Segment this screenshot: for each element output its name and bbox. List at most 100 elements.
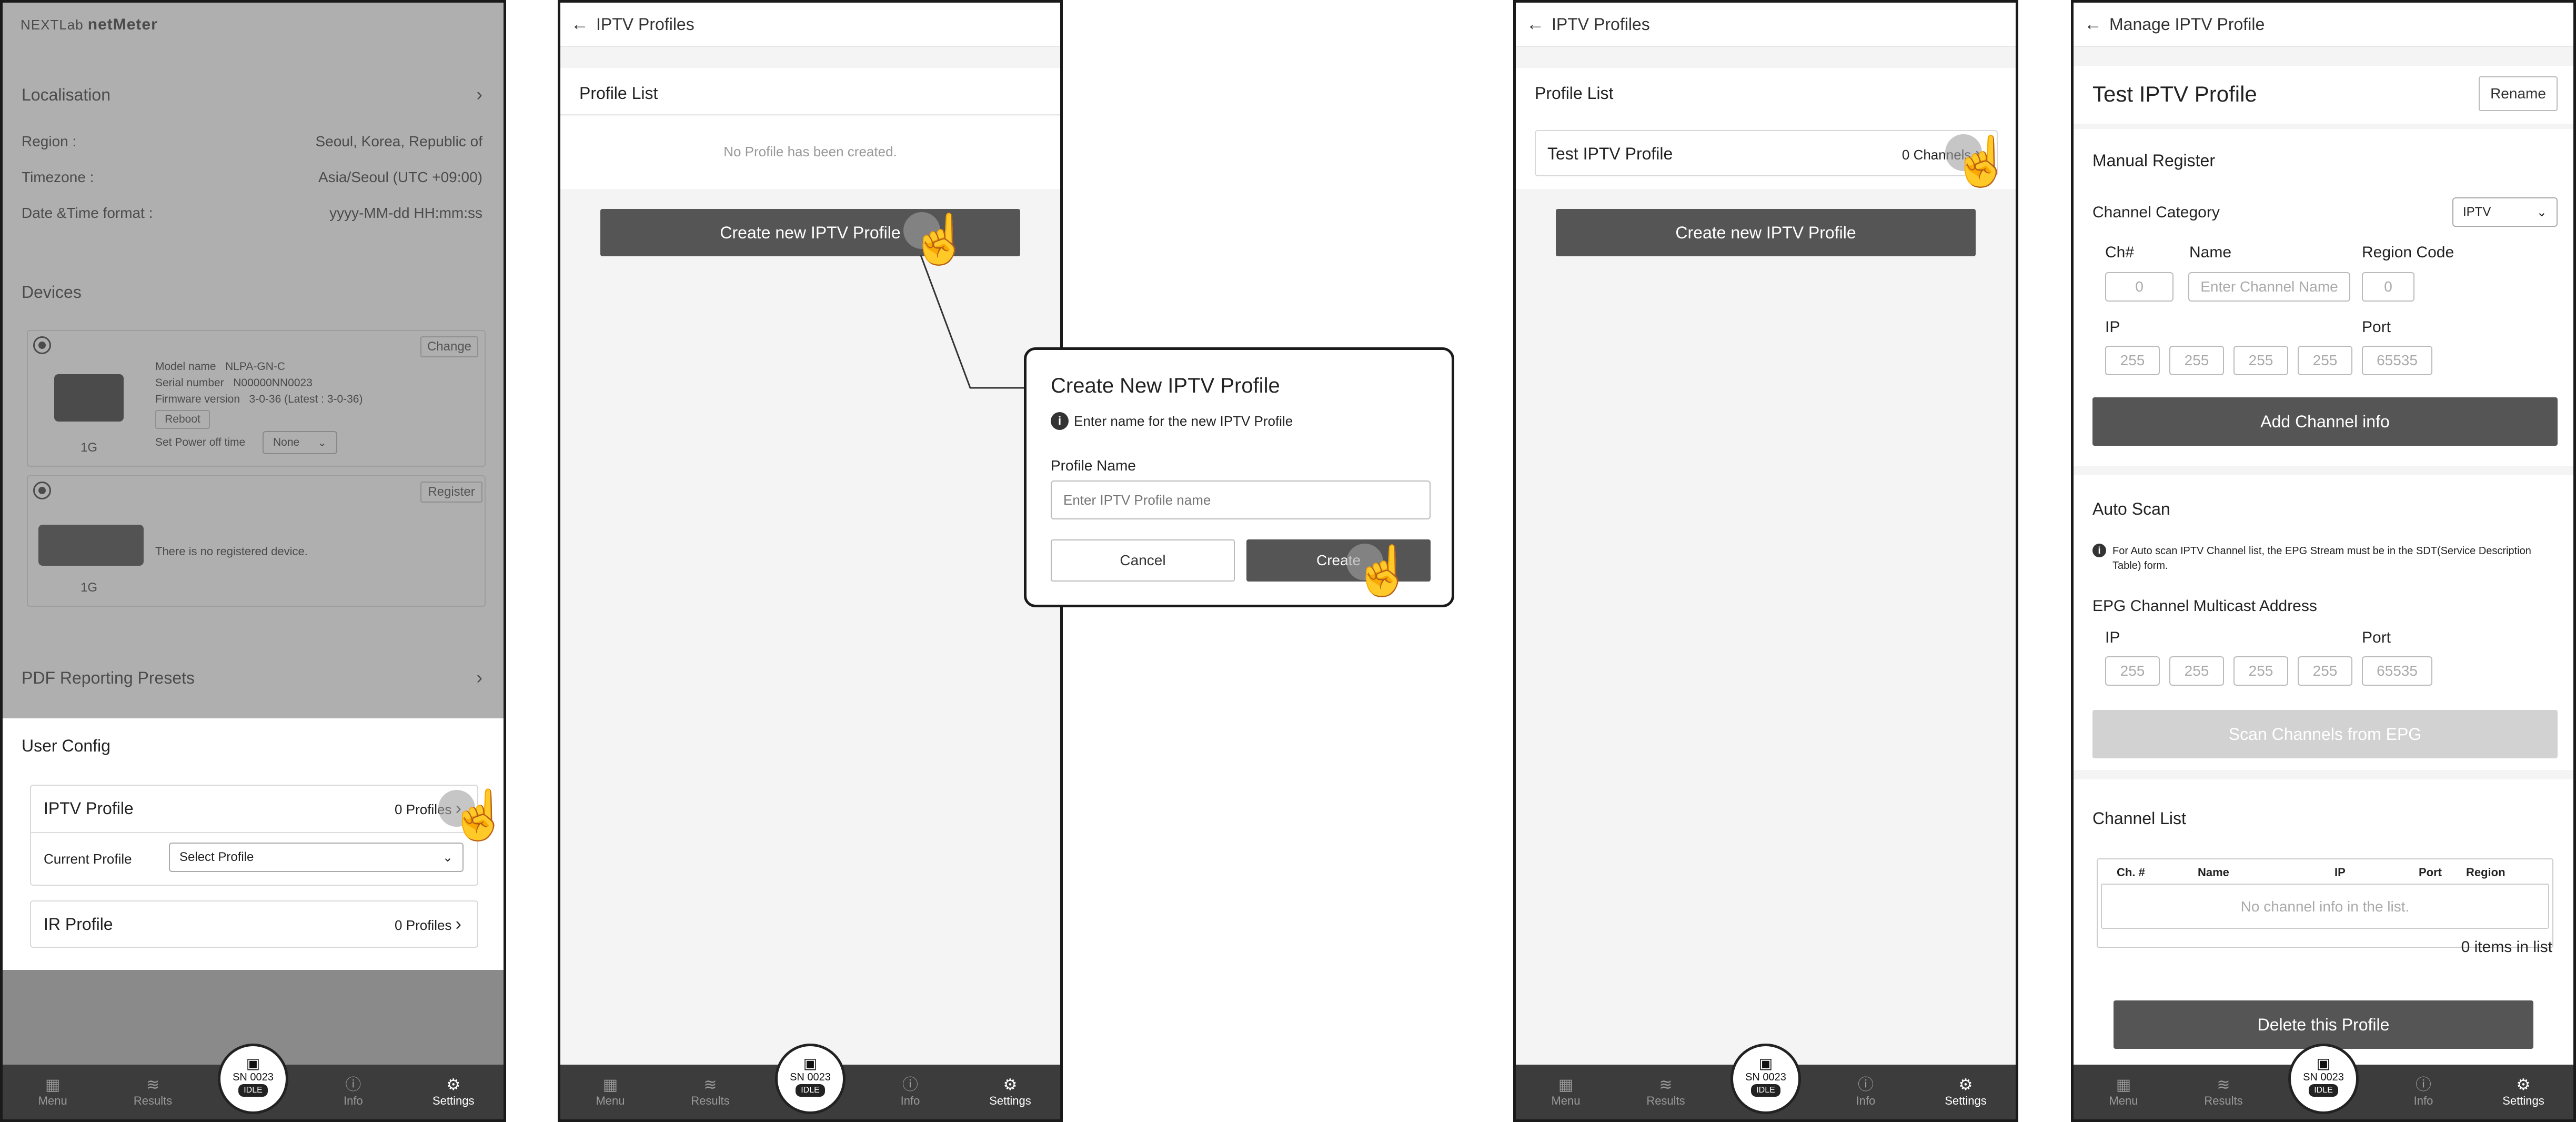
nav-info[interactable]: ⓘ Info <box>2384 1076 2463 1108</box>
nav-menu[interactable]: ▦ Menu <box>1526 1076 1605 1108</box>
nav-settings[interactable]: ⚙ Settings <box>2484 1076 2563 1108</box>
ch-label: Ch# <box>2105 244 2135 261</box>
ir-profile-card[interactable]: IR Profile 0 Profiles › <box>30 900 478 948</box>
nav-info[interactable]: ⓘ Info <box>871 1076 950 1108</box>
manage-profile-screen: ← Manage IPTV Profile Test IPTV Profile … <box>2071 0 2576 1122</box>
nav-results[interactable]: ≋ Results <box>671 1076 750 1108</box>
reboot-button[interactable]: Reboot <box>155 410 210 429</box>
nav-settings[interactable]: ⚙ Settings <box>414 1076 493 1108</box>
chevron-right-icon: › <box>476 85 482 105</box>
nav-info[interactable]: ⓘ Info <box>314 1076 393 1108</box>
localisation-header[interactable]: Localisation › <box>22 85 482 105</box>
ip-octet-input[interactable]: 255 <box>2298 346 2352 375</box>
iptv-profile-label: IPTV Profile <box>44 799 134 818</box>
localisation-section: Localisation › Region : Seoul, Korea, Re… <box>3 66 504 255</box>
device-icon: ▣ <box>1758 1055 1773 1071</box>
datetime-row: Date &Time format : yyyy-MM-dd HH:mm:ss <box>22 205 482 222</box>
info-icon: i <box>2092 544 2106 557</box>
ip-octet-input[interactable]: 255 <box>2233 346 2288 375</box>
nav-menu[interactable]: ▦ Menu <box>571 1076 650 1108</box>
iptv-profiles-screen: ← IPTV Profiles Profile List No Profile … <box>558 0 1063 1122</box>
grid-icon: ▦ <box>45 1076 61 1094</box>
chevron-right-icon: › <box>476 668 482 688</box>
page-title: Manage IPTV Profile <box>2109 15 2265 34</box>
empty-message: No Profile has been created. <box>560 116 1060 189</box>
nav-menu[interactable]: ▦ Menu <box>2084 1076 2163 1108</box>
settings-screen: NEXTLab netMeter Localisation › Region : … <box>0 0 506 1122</box>
timezone-label: Timezone : <box>22 169 94 185</box>
dialog-hint: i Enter name for the new IPTV Profile <box>1051 412 1293 430</box>
empty-message: No channel info in the list. <box>2101 884 2549 929</box>
create-profile-button[interactable]: Create new IPTV Profile <box>1556 209 1976 256</box>
nav-results[interactable]: ≋ Results <box>2184 1076 2263 1108</box>
name-label: Name <box>2189 244 2232 261</box>
nav-menu[interactable]: ▦ Menu <box>13 1076 92 1108</box>
app-header: ← IPTV Profiles <box>560 3 1060 47</box>
port-input[interactable]: 65535 <box>2362 656 2432 686</box>
cancel-button[interactable]: Cancel <box>1051 539 1235 582</box>
ip-octet-input[interactable]: 255 <box>2105 656 2160 686</box>
back-arrow-icon[interactable]: ← <box>1526 14 1544 35</box>
channel-category-select[interactable]: IPTV ⌄ <box>2452 197 2558 227</box>
info-icon: ⓘ <box>2416 1076 2431 1094</box>
region-code-input[interactable]: 0 <box>2362 272 2414 302</box>
nav-info[interactable]: ⓘ Info <box>1826 1076 1905 1108</box>
ip-octet-input[interactable]: 255 <box>2169 346 2224 375</box>
device-tag: 1G <box>80 580 98 595</box>
user-config-section: User Config IPTV Profile 0 Profiles › Cu… <box>3 719 504 970</box>
timezone-value: Asia/Seoul (UTC +09:00) <box>318 169 482 185</box>
ip-octet-input[interactable]: 255 <box>2169 656 2224 686</box>
ip-octet-input[interactable]: 255 <box>2105 346 2160 375</box>
nav-settings[interactable]: ⚙ Settings <box>971 1076 1050 1108</box>
ir-profile-count: 0 Profiles <box>395 917 452 933</box>
profile-name: Test IPTV Profile <box>1547 144 1673 163</box>
info-icon: ⓘ <box>345 1076 361 1094</box>
port-input[interactable]: 65535 <box>2362 346 2432 375</box>
iptv-profile-row[interactable]: IPTV Profile 0 Profiles › <box>44 798 461 819</box>
device-status-button[interactable]: ▣ SN 0023 IDLE <box>2288 1044 2359 1114</box>
nav-settings[interactable]: ⚙ Settings <box>1926 1076 2005 1108</box>
ch-number-input[interactable]: 0 <box>2105 272 2174 302</box>
list-item[interactable]: Test IPTV Profile 0 Channels › <box>1535 130 1998 176</box>
ip-octet-input[interactable]: 255 <box>2233 656 2288 686</box>
grid-icon: ▦ <box>2116 1076 2131 1094</box>
pdf-presets-row[interactable]: PDF Reporting Presets › <box>3 649 504 708</box>
device-status-button[interactable]: ▣ SN 0023 IDLE <box>1730 1044 1801 1114</box>
device-status-button[interactable]: ▣ SN 0023 IDLE <box>775 1044 846 1114</box>
radio-selected[interactable] <box>33 336 51 354</box>
power-off-select[interactable]: None ⌄ <box>263 431 337 454</box>
channel-list-section: Channel List Ch. # Name IP Port Region N… <box>2074 779 2573 979</box>
scan-channels-button[interactable]: Scan Channels from EPG <box>2092 710 2558 758</box>
ip-label: IP <box>2105 318 2120 336</box>
back-arrow-icon[interactable]: ← <box>571 14 589 35</box>
brand-logo: NEXTLab netMeter <box>21 16 158 33</box>
radio-unselected[interactable] <box>33 482 51 499</box>
delete-profile-button[interactable]: Delete this Profile <box>2114 1000 2533 1049</box>
device-tag: 1G <box>80 440 98 455</box>
register-button[interactable]: Register <box>420 482 482 503</box>
rename-button[interactable]: Rename <box>2479 76 2558 111</box>
layers-icon: ≋ <box>146 1076 160 1094</box>
profile-list: Profile List Test IPTV Profile 0 Channel… <box>1516 68 2016 189</box>
change-button[interactable]: Change <box>420 336 478 357</box>
add-channel-button[interactable]: Add Channel info <box>2092 397 2558 446</box>
nav-results[interactable]: ≋ Results <box>114 1076 193 1108</box>
section-title: Localisation <box>22 85 110 104</box>
current-profile-select[interactable]: Select Profile ⌄ <box>169 843 464 872</box>
back-arrow-icon[interactable]: ← <box>2084 14 2102 35</box>
iptv-profiles-screen: ← IPTV Profiles Profile List Test IPTV P… <box>1513 0 2018 1122</box>
ip-octet-input[interactable]: 255 <box>2298 656 2352 686</box>
dialog-title: Create New IPTV Profile <box>1051 374 1280 397</box>
device-card: Change 1G Model name NLPA-GN-C Serial nu… <box>27 330 486 467</box>
device-icon: ▣ <box>803 1055 818 1071</box>
channel-name-input[interactable]: Enter Channel Name <box>2188 272 2350 302</box>
section-title: PDF Reporting Presets <box>22 668 195 687</box>
channel-category-label: Channel Category <box>2092 204 2220 221</box>
profile-name-input[interactable] <box>1051 480 1431 519</box>
nav-results[interactable]: ≋ Results <box>1626 1076 1705 1108</box>
device-status-button[interactable]: ▣ SN 0023 IDLE <box>218 1044 288 1114</box>
region-row: Region : Seoul, Korea, Republic of <box>22 133 482 150</box>
hand-pointer-icon: ☝ <box>1353 544 1413 598</box>
chevron-down-icon: ⌄ <box>317 436 327 449</box>
layers-icon: ≋ <box>1659 1076 1673 1094</box>
